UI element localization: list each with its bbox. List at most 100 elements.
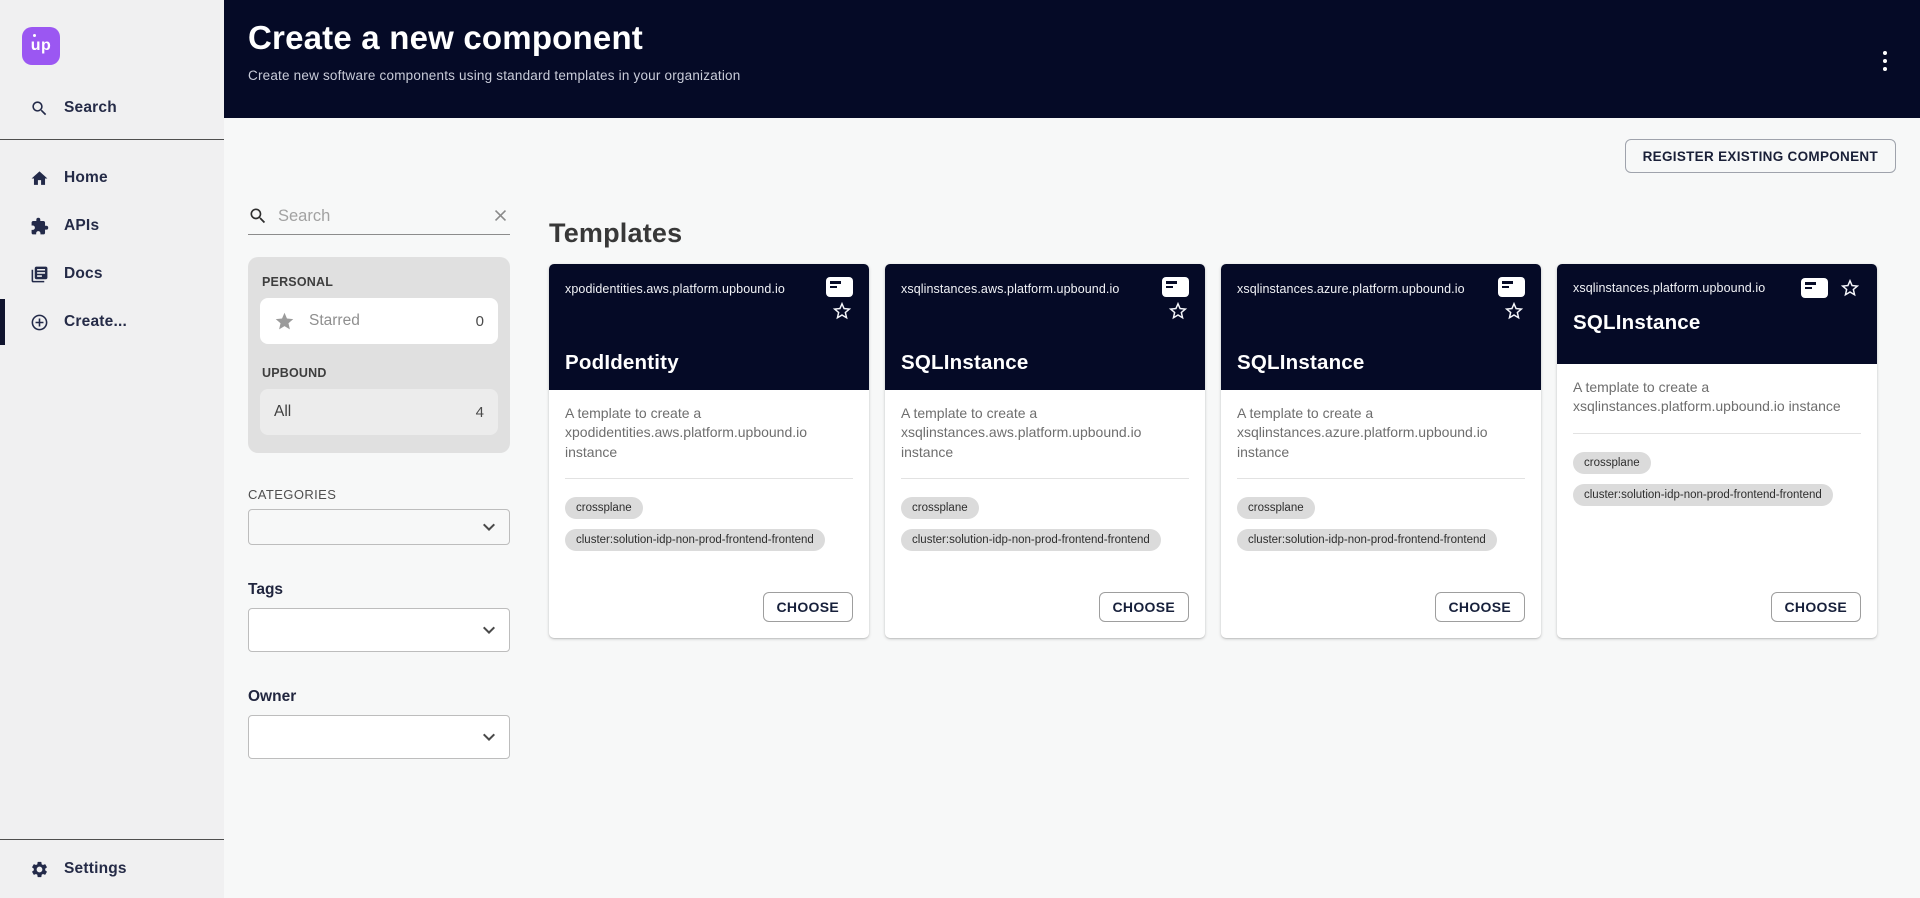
sidebar: up Search Home APIs Docs <box>0 0 224 898</box>
choose-button[interactable]: CHOOSE <box>1435 592 1525 622</box>
sidebar-item-label: Search <box>64 99 117 117</box>
template-title: SQLInstance <box>1573 311 1861 335</box>
template-card-header: xsqlinstances.aws.platform.upbound.io SQ… <box>885 264 1205 390</box>
sidebar-item-create[interactable]: Create... <box>0 298 224 346</box>
tag-chip: cluster:solution-idp-non-prod-frontend-f… <box>565 529 825 551</box>
page-header: Create a new component Create new softwa… <box>224 0 1920 118</box>
search-icon <box>29 98 49 118</box>
star-icon <box>274 311 295 332</box>
categories-label: CATEGORIES <box>248 487 510 502</box>
upbound-section-label: UPBOUND <box>262 366 498 380</box>
plus-circle-icon <box>29 312 49 332</box>
register-existing-component-button[interactable]: REGISTER EXISTING COMPONENT <box>1625 139 1896 173</box>
chevron-down-icon <box>477 725 501 749</box>
puzzle-icon <box>29 216 49 236</box>
star-icon[interactable] <box>1839 277 1861 299</box>
sidebar-item-apis[interactable]: APIs <box>0 202 224 250</box>
sidebar-item-docs[interactable]: Docs <box>0 250 224 298</box>
template-card-body: A template to create a xpodidentities.aw… <box>549 390 869 638</box>
filter-search-input[interactable] <box>278 207 480 226</box>
owner-label: Owner <box>248 688 510 706</box>
page-subtitle: Create new software components using sta… <box>248 68 1920 83</box>
template-card-header: xpodidentities.aws.platform.upbound.io P… <box>549 264 869 390</box>
divider <box>1237 478 1525 479</box>
template-domain: xsqlinstances.azure.platform.upbound.io <box>1237 277 1498 296</box>
templates-heading: Templates <box>549 218 1877 249</box>
sidebar-item-label: Create... <box>64 313 127 331</box>
sidebar-item-label: APIs <box>64 217 99 235</box>
filter-panel: PERSONAL Starred 0 UPBOUND All 4 CATEGOR… <box>248 206 510 759</box>
starred-label: Starred <box>309 312 360 330</box>
home-icon <box>29 168 49 188</box>
search-icon <box>248 206 268 226</box>
template-card: xsqlinstances.azure.platform.upbound.io … <box>1221 264 1541 638</box>
template-description: A template to create a xpodidentities.aw… <box>565 404 853 462</box>
owner-select[interactable] <box>248 715 510 759</box>
template-title: SQLInstance <box>901 351 1189 375</box>
all-label: All <box>274 403 291 421</box>
tag-chip: cluster:solution-idp-non-prod-frontend-f… <box>1237 529 1497 551</box>
tag-chip: cluster:solution-idp-non-prod-frontend-f… <box>1573 484 1833 506</box>
filter-search <box>248 206 510 235</box>
template-domain: xsqlinstances.platform.upbound.io <box>1573 281 1765 295</box>
ownership-filter-group: PERSONAL Starred 0 UPBOUND All 4 <box>248 257 510 453</box>
docs-icon <box>29 264 49 284</box>
divider <box>565 478 853 479</box>
template-card: xpodidentities.aws.platform.upbound.io P… <box>549 264 869 638</box>
tag-chip: crossplane <box>1237 497 1315 519</box>
template-card-body: A template to create a xsqlinstances.pla… <box>1557 364 1877 638</box>
choose-button[interactable]: CHOOSE <box>1099 592 1189 622</box>
template-description: A template to create a xsqlinstances.azu… <box>1237 404 1525 462</box>
gear-icon <box>29 859 49 879</box>
chevron-down-icon <box>477 515 501 539</box>
page-title: Create a new component <box>248 19 1920 57</box>
sidebar-item-search[interactable]: Search <box>0 89 224 127</box>
sidebar-item-home[interactable]: Home <box>0 154 224 202</box>
logo-dot <box>33 34 36 37</box>
divider <box>0 139 224 140</box>
templates-section: Templates xpodidentities.aws.platform.up… <box>549 218 1877 638</box>
tags-label: Tags <box>248 581 510 599</box>
template-type-icon <box>1498 277 1525 297</box>
upbound-logo[interactable]: up <box>22 27 60 65</box>
categories-select[interactable] <box>248 509 510 545</box>
template-type-icon <box>1801 278 1828 298</box>
choose-button[interactable]: CHOOSE <box>763 592 853 622</box>
tags-filter: Tags <box>248 581 510 652</box>
star-icon[interactable] <box>1167 300 1189 322</box>
tag-chip: crossplane <box>1573 452 1651 474</box>
kebab-menu-icon[interactable] <box>1879 47 1891 75</box>
active-item-indicator <box>0 299 5 345</box>
star-icon[interactable] <box>831 300 853 322</box>
all-filter-item[interactable]: All 4 <box>260 389 498 435</box>
sidebar-item-label: Settings <box>64 860 127 878</box>
starred-filter-item[interactable]: Starred 0 <box>260 298 498 344</box>
clear-search-icon[interactable] <box>490 206 510 226</box>
divider <box>901 478 1189 479</box>
categories-filter: CATEGORIES <box>248 487 510 545</box>
template-type-icon <box>826 277 853 297</box>
template-card-header: xsqlinstances.azure.platform.upbound.io … <box>1221 264 1541 390</box>
template-type-icon <box>1162 277 1189 297</box>
tags-select[interactable] <box>248 608 510 652</box>
divider <box>1573 433 1861 434</box>
template-card-body: A template to create a xsqlinstances.aws… <box>885 390 1205 638</box>
template-card-header: xsqlinstances.platform.upbound.io SQLIns… <box>1557 264 1877 364</box>
template-description: A template to create a xsqlinstances.pla… <box>1573 378 1861 417</box>
star-icon[interactable] <box>1503 300 1525 322</box>
personal-section-label: PERSONAL <box>262 275 498 289</box>
template-cards-grid: xpodidentities.aws.platform.upbound.io P… <box>549 264 1877 638</box>
template-card: xsqlinstances.platform.upbound.io SQLIns… <box>1557 264 1877 638</box>
sidebar-item-settings[interactable]: Settings <box>0 840 224 898</box>
tag-chip: crossplane <box>565 497 643 519</box>
starred-count: 0 <box>476 313 484 330</box>
sidebar-item-label: Home <box>64 169 108 187</box>
template-card: xsqlinstances.aws.platform.upbound.io SQ… <box>885 264 1205 638</box>
choose-button[interactable]: CHOOSE <box>1771 592 1861 622</box>
chevron-down-icon <box>477 618 501 642</box>
template-title: PodIdentity <box>565 351 853 375</box>
template-card-body: A template to create a xsqlinstances.azu… <box>1221 390 1541 638</box>
all-count: 4 <box>476 404 484 421</box>
sidebar-item-label: Docs <box>64 265 103 283</box>
template-description: A template to create a xsqlinstances.aws… <box>901 404 1189 462</box>
